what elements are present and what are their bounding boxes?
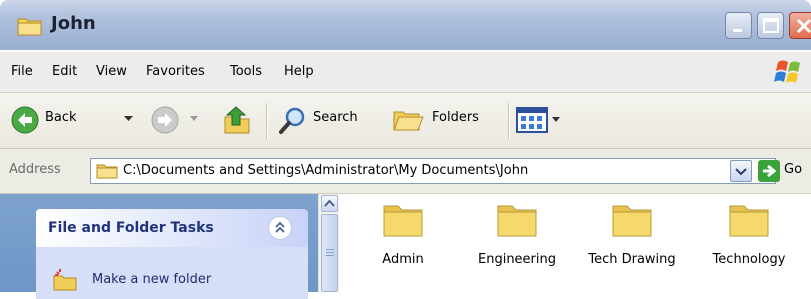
folder-icon (17, 18, 42, 36)
address-label: Address (9, 162, 61, 177)
address-value: C:\Documents and Settings\Administrator\… (123, 163, 529, 178)
scroll-grip (326, 255, 334, 256)
explorer-window: John File Edit View Favorites Tools Help (0, 0, 811, 299)
folder-item-technology[interactable]: Technology (689, 202, 809, 267)
minimize-button[interactable] (725, 12, 752, 39)
menu-bar: File Edit View Favorites Tools Help (0, 52, 811, 93)
standard-toolbar: Back Search Folders (0, 93, 811, 149)
scroll-thumb[interactable] (321, 214, 338, 292)
address-bar: Address C:\Documents and Settings\Admini… (0, 149, 811, 194)
vertical-scrollbar[interactable] (318, 194, 339, 292)
title-bar[interactable]: John (0, 0, 811, 50)
views-button[interactable] (516, 105, 572, 135)
scroll-grip (326, 252, 334, 253)
new-folder-icon (53, 269, 77, 291)
forward-arrow-icon (151, 106, 179, 134)
scroll-grip (326, 249, 334, 250)
menu-favorites[interactable]: Favorites (146, 64, 205, 79)
close-button[interactable] (789, 12, 811, 39)
folders-icon (393, 111, 424, 131)
back-arrow-icon (11, 106, 39, 134)
folder-label: Technology (712, 252, 786, 267)
chevron-down-icon[interactable] (124, 116, 133, 122)
back-label: Back (45, 110, 77, 125)
folder-label: Engineering (478, 252, 556, 267)
menu-view[interactable]: View (96, 64, 127, 79)
folder-icon (96, 164, 118, 179)
folder-label: Admin (382, 252, 424, 267)
up-folder-icon[interactable] (222, 105, 252, 135)
task-panel-header[interactable]: File and Folder Tasks (36, 209, 308, 247)
window-title: John (51, 13, 96, 34)
content-area: File and Folder Tasks Make a new folder (0, 194, 811, 299)
menu-edit[interactable]: Edit (52, 64, 77, 79)
double-chevron-up-icon (275, 221, 285, 233)
back-button[interactable]: Back (6, 105, 146, 135)
go-button[interactable]: Go (784, 162, 802, 177)
folder-icon (729, 205, 769, 237)
task-panel-body: Make a new folder (36, 247, 308, 299)
folder-icon (497, 205, 537, 237)
minimize-icon (733, 29, 742, 32)
collapse-button[interactable] (268, 216, 292, 240)
chevron-down-icon (735, 168, 747, 176)
folders-label: Folders (432, 110, 479, 125)
address-dropdown-button[interactable] (730, 160, 752, 182)
chevron-up-icon (324, 199, 335, 207)
folder-item-tech-drawing[interactable]: Tech Drawing (572, 202, 692, 267)
toolbar-separator (266, 103, 268, 139)
menu-tools[interactable]: Tools (230, 64, 262, 79)
folder-item-admin[interactable]: Admin (343, 202, 463, 267)
address-input[interactable]: C:\Documents and Settings\Administrator\… (90, 158, 776, 184)
search-label: Search (313, 110, 358, 125)
toolbar-separator (508, 103, 510, 139)
folders-button[interactable]: Folders (388, 105, 500, 135)
views-icon (516, 107, 548, 133)
chevron-down-icon[interactable] (190, 116, 198, 121)
close-icon (796, 18, 811, 34)
menu-file[interactable]: File (11, 64, 33, 79)
scroll-up-button[interactable] (321, 195, 338, 212)
folder-item-engineering[interactable]: Engineering (457, 202, 577, 267)
task-panel-title: File and Folder Tasks (48, 220, 214, 236)
folder-icon (383, 205, 423, 237)
search-icon (279, 107, 305, 134)
maximize-button[interactable] (757, 12, 784, 39)
search-button[interactable]: Search (274, 105, 386, 135)
go-arrow-icon[interactable] (758, 160, 780, 182)
forward-button[interactable] (150, 105, 212, 135)
folder-label: Tech Drawing (588, 252, 676, 267)
windows-logo-icon (774, 60, 800, 83)
maximize-icon (763, 18, 779, 33)
make-new-folder-link[interactable]: Make a new folder (92, 272, 211, 287)
chevron-down-icon[interactable] (552, 117, 560, 122)
folder-icon (612, 205, 652, 237)
file-folder-tasks-panel: File and Folder Tasks Make a new folder (36, 209, 308, 299)
task-pane: File and Folder Tasks Make a new folder (0, 194, 318, 299)
menu-help[interactable]: Help (284, 64, 314, 79)
